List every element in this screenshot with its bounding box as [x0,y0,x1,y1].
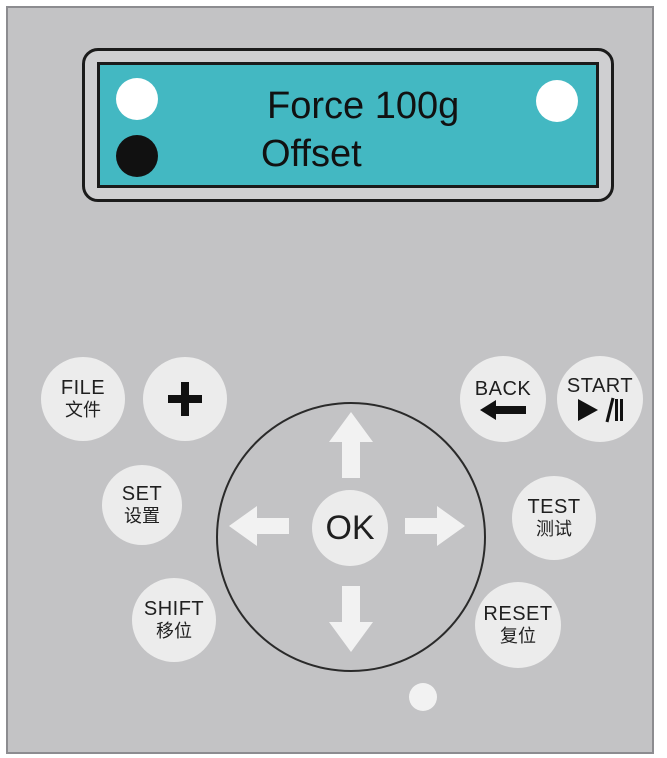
reset-button-label: RESET [483,603,553,625]
test-button[interactable]: TEST 测试 [512,476,596,560]
reset-button-sublabel: 复位 [500,626,536,646]
file-button-label: FILE [60,377,106,399]
ok-button-label: OK [325,509,375,547]
play-pause-icon [578,397,623,423]
set-button[interactable]: SET 设置 [102,465,182,545]
set-button-sublabel: 设置 [124,506,160,526]
right-arrow-icon[interactable] [405,506,465,546]
status-led [409,683,437,711]
top-left-indicator-icon [116,78,158,120]
start-pause-button[interactable]: START [557,356,643,442]
plus-button[interactable] [143,357,227,441]
test-button-sublabel: 测试 [536,519,572,539]
set-button-label: SET [121,483,163,505]
up-arrow-icon[interactable] [329,412,373,478]
reset-button[interactable]: RESET 复位 [475,582,561,668]
back-button-label: BACK [474,378,532,400]
control-panel-root: Force 100g Offset FILE 文件 SET 设置 SHIFT 移… [0,0,667,758]
back-arrow-icon [480,400,526,420]
left-arrow-icon[interactable] [229,506,289,546]
top-right-indicator-icon [536,80,578,122]
bottom-left-indicator-icon [116,135,158,177]
plus-icon [165,379,205,419]
down-arrow-icon[interactable] [329,586,373,652]
test-button-label: TEST [527,496,581,518]
ok-button[interactable]: OK [312,490,388,566]
file-button[interactable]: FILE 文件 [41,357,125,441]
shift-button[interactable]: SHIFT 移位 [132,578,216,662]
file-button-sublabel: 文件 [65,400,101,420]
lcd-display: Force 100g Offset [97,62,599,188]
back-button[interactable]: BACK [460,356,546,442]
display-line-2: Offset [261,133,362,175]
start-button-label: START [566,375,634,397]
shift-button-label: SHIFT [143,598,205,620]
shift-button-sublabel: 移位 [156,621,192,641]
display-line-1: Force 100g [267,85,460,127]
